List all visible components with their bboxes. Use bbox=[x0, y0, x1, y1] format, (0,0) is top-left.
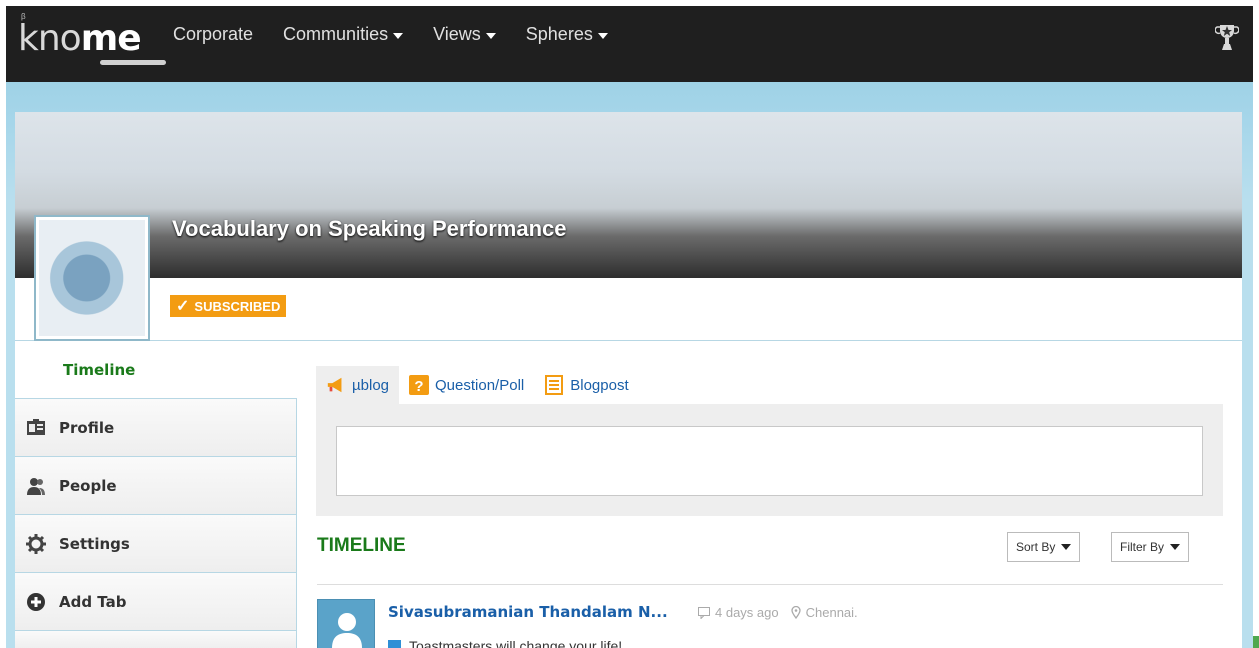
content-divider bbox=[15, 340, 1242, 341]
brand-suffix: me bbox=[80, 18, 142, 59]
nav-corporate[interactable]: Corporate bbox=[173, 24, 253, 45]
trophy-icon[interactable] bbox=[1215, 22, 1239, 52]
main-nav: Corporate Communities Views Spheres bbox=[173, 24, 638, 45]
post-meta: 4 days ago Chennai. bbox=[698, 605, 858, 620]
post-composer bbox=[316, 404, 1223, 516]
beta-mark: β bbox=[21, 12, 26, 21]
subscribed-label: SUBSCRIBED bbox=[194, 298, 281, 314]
edge-marker bbox=[1253, 636, 1259, 648]
post-author-link[interactable]: Sivasubramanian Thandalam N... bbox=[388, 603, 668, 621]
brand-prefix: kno bbox=[18, 18, 82, 59]
checkbox-icon bbox=[388, 639, 401, 648]
community-banner bbox=[15, 112, 1242, 278]
sidebar-item-timeline[interactable]: Timeline bbox=[15, 342, 297, 398]
profile-card-icon bbox=[25, 417, 47, 439]
sidebar-item-label: People bbox=[59, 476, 117, 495]
plus-circle-icon bbox=[25, 591, 47, 613]
sidebar-item-label: Settings bbox=[59, 534, 130, 553]
community-avatar[interactable] bbox=[34, 215, 150, 341]
brand-logo[interactable]: β knome bbox=[18, 12, 166, 68]
tab-question-poll[interactable]: ? Question/Poll bbox=[399, 366, 534, 404]
top-navbar: β knome Corporate Communities Views Sphe… bbox=[6, 6, 1253, 82]
post-type-tabs: µblog ? Question/Poll Blogpost bbox=[316, 366, 639, 404]
nav-views-label: Views bbox=[433, 24, 481, 44]
sidebar-item-next bbox=[15, 630, 297, 648]
nav-views[interactable]: Views bbox=[433, 24, 496, 45]
chevron-down-icon bbox=[393, 32, 404, 39]
word-cloud-apple-image bbox=[39, 220, 145, 336]
nav-spheres[interactable]: Spheres bbox=[526, 24, 608, 45]
document-icon bbox=[544, 375, 564, 395]
megaphone-icon bbox=[326, 375, 346, 395]
comment-icon bbox=[698, 606, 710, 619]
sort-by-dropdown[interactable]: Sort By bbox=[1007, 532, 1081, 562]
post-location: Chennai. bbox=[805, 605, 858, 620]
post-body: Toastmasters will change your life! bbox=[388, 638, 622, 648]
brand-underline bbox=[100, 60, 166, 65]
sidebar-item-people[interactable]: People bbox=[15, 456, 297, 514]
gear-icon bbox=[25, 533, 47, 555]
chevron-down-icon bbox=[485, 32, 496, 39]
sidebar-item-profile[interactable]: Profile bbox=[15, 398, 297, 456]
sidebar-item-label: Add Tab bbox=[59, 592, 127, 611]
chevron-down-icon bbox=[597, 32, 608, 39]
subscribed-button[interactable]: ✓ SUBSCRIBED bbox=[170, 295, 287, 317]
sidebar-item-settings[interactable]: Settings bbox=[15, 514, 297, 572]
tab-ublog-label: µblog bbox=[352, 376, 390, 394]
tab-blogpost[interactable]: Blogpost bbox=[534, 366, 638, 404]
tab-question-poll-label: Question/Poll bbox=[435, 376, 525, 394]
author-avatar[interactable] bbox=[317, 599, 375, 648]
chevron-down-icon bbox=[1061, 544, 1072, 550]
tab-blogpost-label: Blogpost bbox=[570, 376, 629, 394]
timeline-title: TIMELINE bbox=[317, 535, 406, 556]
location-pin-icon bbox=[790, 606, 801, 619]
sidebar-item-add-tab[interactable]: Add Tab bbox=[15, 572, 297, 630]
people-icon bbox=[25, 475, 47, 497]
post-text: Toastmasters will change your life! bbox=[409, 638, 623, 648]
chevron-down-icon bbox=[1170, 544, 1181, 550]
nav-communities-label: Communities bbox=[283, 24, 389, 44]
check-icon: ✓ bbox=[176, 298, 190, 315]
community-title: Vocabulary on Speaking Performance bbox=[172, 216, 567, 241]
filter-by-label: Filter By bbox=[1120, 540, 1165, 554]
sidebar-item-label: Profile bbox=[59, 418, 115, 437]
question-icon: ? bbox=[409, 375, 430, 395]
left-sidebar: Timeline Profile People Settings Add Tab bbox=[15, 342, 297, 648]
tab-ublog[interactable]: µblog bbox=[316, 366, 400, 404]
sidebar-item-label: Timeline bbox=[63, 361, 136, 379]
sort-by-label: Sort By bbox=[1016, 540, 1056, 554]
timeline-divider bbox=[317, 584, 1223, 585]
nav-spheres-label: Spheres bbox=[525, 24, 593, 44]
filter-by-dropdown[interactable]: Filter By bbox=[1111, 532, 1190, 562]
post-input[interactable] bbox=[336, 426, 1203, 496]
app-root: β knome Corporate Communities Views Sphe… bbox=[0, 0, 1259, 648]
svg-text:?: ? bbox=[414, 378, 423, 395]
nav-corporate-label: Corporate bbox=[173, 24, 254, 44]
post-time: 4 days ago bbox=[715, 605, 779, 620]
default-user-icon bbox=[332, 613, 362, 648]
nav-communities[interactable]: Communities bbox=[283, 24, 404, 45]
